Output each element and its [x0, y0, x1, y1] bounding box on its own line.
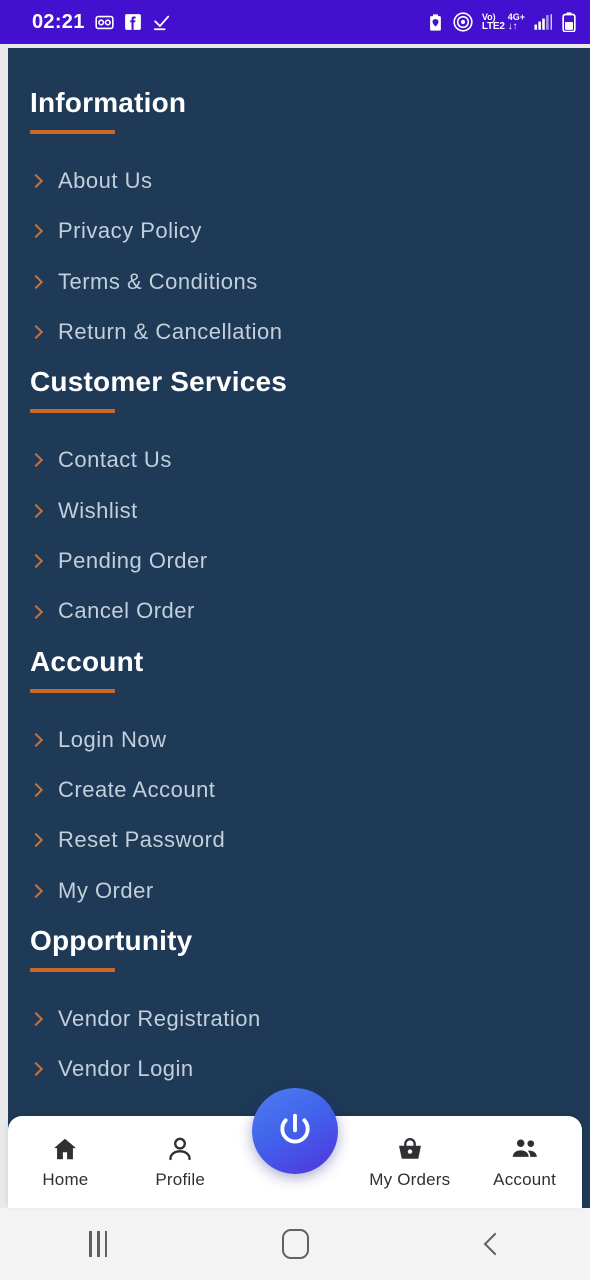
chevron-right-icon: [30, 1010, 42, 1028]
nav-item-my-orders[interactable]: My Orders: [352, 1116, 467, 1208]
system-navigation-bar: [0, 1208, 590, 1280]
menu-item-label: Login Now: [58, 726, 167, 752]
chevron-right-icon: [30, 323, 42, 341]
menu-item[interactable]: Terms & Conditions: [8, 257, 590, 307]
nav-label-profile: Profile: [155, 1170, 205, 1189]
menu-list: About Us Privacy Policy Terms & Conditions…: [8, 156, 590, 358]
menu-item[interactable]: Pending Order: [8, 536, 590, 586]
voicemail-icon: [95, 13, 114, 32]
menu-item[interactable]: My Order: [8, 866, 590, 916]
menu-item[interactable]: Create Account: [8, 765, 590, 815]
menu-item-label: Terms & Conditions: [58, 268, 258, 294]
menu-item-label: Reset Password: [58, 827, 226, 853]
menu-item[interactable]: Reset Password: [8, 815, 590, 865]
menu-item[interactable]: Contact Us: [8, 435, 590, 485]
back-button[interactable]: [393, 1208, 590, 1280]
back-icon: [481, 1231, 503, 1257]
menu-item-label: About Us: [58, 167, 153, 193]
menu-screen: Information About Us Privacy Policy Terms &…: [8, 48, 590, 1208]
menu-item-label: Cancel Order: [58, 598, 195, 624]
home-icon: [51, 1134, 79, 1164]
section-heading: Customer Services: [30, 366, 288, 398]
section-heading: Information: [30, 87, 187, 118]
group-icon: [510, 1134, 540, 1164]
nav-label-my-orders: My Orders: [369, 1170, 451, 1189]
home-square-icon: [281, 1229, 309, 1259]
power-icon: [280, 1113, 310, 1144]
chevron-right-icon: [30, 831, 42, 849]
section-heading: Opportunity: [30, 925, 193, 957]
chevron-right-icon: [30, 502, 42, 520]
chevron-right-icon: [30, 222, 42, 240]
power-button[interactable]: [252, 1088, 338, 1174]
battery-icon: [562, 12, 576, 32]
menu-item-label: Privacy Policy: [58, 218, 202, 244]
chevron-right-icon: [30, 882, 42, 900]
menu-item-label: Return & Cancellation: [58, 318, 283, 344]
chevron-right-icon: [30, 1060, 42, 1078]
chevron-right-icon: [30, 731, 42, 749]
person-icon: [166, 1134, 194, 1164]
chevron-right-icon: [30, 451, 42, 469]
menu-list: Contact Us Wishlist Pending Order Cancel Or…: [8, 435, 590, 637]
chevron-right-icon: [30, 781, 42, 799]
signal-bars-icon: [534, 13, 553, 31]
status-bar-left: 02:21: [32, 12, 171, 32]
nav-item-profile[interactable]: Profile: [123, 1116, 238, 1208]
system-home-button[interactable]: [197, 1208, 394, 1280]
download-check-icon: [152, 13, 171, 32]
facebook-icon: [124, 13, 142, 31]
menu-item-label: Vendor Login: [58, 1056, 194, 1082]
menu-item[interactable]: Privacy Policy: [8, 206, 590, 256]
menu-item[interactable]: Return & Cancellation: [8, 307, 590, 357]
basket-icon: [396, 1134, 424, 1164]
chevron-right-icon: [30, 603, 42, 621]
recents-icon: [89, 1231, 108, 1257]
menu-item-label: Pending Order: [58, 547, 208, 573]
phone-screen: 02:21 Vo) LTE2 4G+ ↓↑ Information About …: [0, 0, 590, 1280]
menu-item[interactable]: About Us: [8, 156, 590, 206]
section-heading: Account: [30, 645, 144, 677]
menu-item-label: My Order: [58, 877, 154, 903]
menu-item[interactable]: Vendor Registration: [8, 994, 590, 1044]
menu-list: Login Now Create Account Reset Password My …: [8, 715, 590, 917]
nav-label-account: Account: [493, 1170, 556, 1189]
recents-button[interactable]: [0, 1208, 197, 1280]
menu-scroll-container[interactable]: Information About Us Privacy Policy Terms &…: [8, 48, 590, 1208]
network-indicator: Vo) LTE2 4G+ ↓↑: [481, 11, 525, 32]
volte-indicator: Vo) LTE2: [481, 11, 505, 32]
nav-item-account[interactable]: Account: [467, 1116, 582, 1208]
menu-list: Vendor Registration Vendor Login: [8, 994, 590, 1095]
menu-item[interactable]: Login Now: [8, 715, 590, 765]
data-indicator: 4G+ ↓↑: [507, 11, 525, 32]
chevron-right-icon: [30, 273, 42, 291]
status-bar: 02:21 Vo) LTE2 4G+ ↓↑: [0, 0, 590, 44]
hotspot-icon: [453, 12, 473, 32]
app-area: Information About Us Privacy Policy Terms &…: [0, 44, 590, 1280]
menu-item-label: Create Account: [58, 776, 216, 802]
status-bar-clock: 02:21: [32, 11, 85, 33]
menu-item-label: Contact Us: [58, 447, 172, 473]
chevron-right-icon: [30, 172, 42, 190]
menu-item[interactable]: Cancel Order: [8, 586, 590, 636]
nav-label-home: Home: [42, 1170, 89, 1189]
nav-item-home[interactable]: Home: [8, 1116, 123, 1208]
battery-saver-icon: [427, 13, 444, 32]
menu-item[interactable]: Vendor Login: [8, 1044, 590, 1094]
chevron-right-icon: [30, 552, 42, 570]
status-bar-right: Vo) LTE2 4G+ ↓↑: [427, 12, 576, 32]
menu-item-label: Vendor Registration: [58, 1005, 261, 1031]
menu-item-label: Wishlist: [58, 497, 138, 523]
menu-item[interactable]: Wishlist: [8, 486, 590, 536]
